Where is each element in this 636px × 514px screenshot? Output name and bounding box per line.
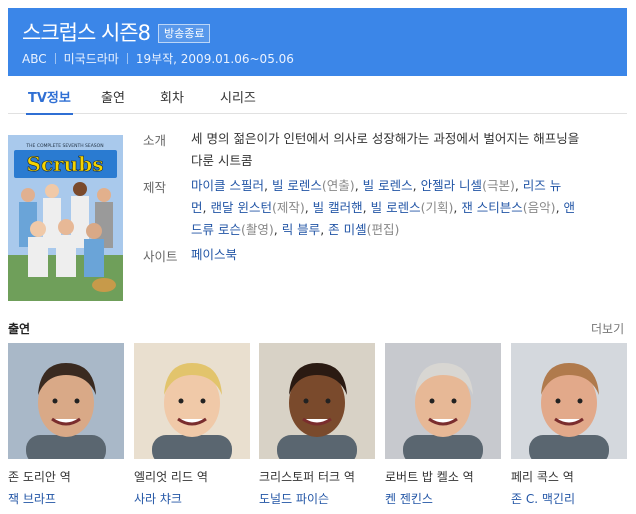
credit-person-link[interactable]: 안젤라 니셀 xyxy=(421,178,482,193)
meta-divider xyxy=(126,53,128,64)
credit-person-link[interactable]: 존 미셸 xyxy=(328,222,366,237)
credit-person-link[interactable]: 앤 xyxy=(564,200,576,215)
cast-photo[interactable] xyxy=(134,343,250,459)
credit-person-link[interactable]: 먼 xyxy=(191,200,203,215)
cast-role: 로버트 밥 켈소 역 xyxy=(385,470,474,484)
cast-heading: 출연 xyxy=(8,322,31,336)
credit-person-link[interactable]: 빌 로렌스 xyxy=(363,178,413,193)
credit-role: (편집) xyxy=(366,222,400,237)
cast-photo[interactable] xyxy=(511,343,627,459)
episodes-dates-text: 19부작, 2009.01.06~05.06 xyxy=(135,52,294,66)
credit-separator: , xyxy=(514,178,523,193)
cast-card[interactable]: 로버트 밥 켈소 역켄 젠킨스 xyxy=(385,343,501,507)
poster-tagline: THE COMPLETE SEVENTH SEASON xyxy=(25,143,103,149)
production-line: 마이클 스필러, 빌 로렌스(연출), 빌 로렌스, 안젤라 니셀(극본), 리… xyxy=(191,175,611,197)
production-label: 제작 xyxy=(143,180,167,195)
meta-divider xyxy=(54,53,56,64)
credit-person-link[interactable]: 빌 로렌스 xyxy=(272,178,322,193)
credit-separator: , xyxy=(263,178,272,193)
credit-separator: , xyxy=(273,222,282,237)
cast-photo[interactable] xyxy=(385,343,501,459)
credit-separator: , xyxy=(362,200,371,215)
credit-role: (제작) xyxy=(271,200,305,215)
tab-bar: TV정보 출연 회차 시리즈 xyxy=(8,76,627,115)
tab-tv-info[interactable]: TV정보 xyxy=(26,87,73,115)
cast-actor-link[interactable]: 사라 챠크 xyxy=(134,490,250,507)
credit-person-link[interactable]: 빌 로렌스 xyxy=(371,200,421,215)
cast-actor-link[interactable]: 잭 브라프 xyxy=(8,490,124,507)
cast-role: 페리 콕스 역 xyxy=(511,470,574,484)
title-row: 스크럽스 시즌8 방송종료 xyxy=(22,20,211,46)
program-poster[interactable]: THE COMPLETE SEVENTH SEASON Scrubs xyxy=(8,135,123,301)
cast-photo[interactable] xyxy=(8,343,124,459)
tab-episodes[interactable]: 회차 xyxy=(160,87,184,106)
credit-person-link[interactable]: 드류 로슨 xyxy=(191,222,241,237)
synopsis-label: 소개 xyxy=(143,133,167,148)
cast-card[interactable]: 엘리엇 리드 역사라 챠크 xyxy=(134,343,250,507)
poster-image: THE COMPLETE SEVENTH SEASON Scrubs xyxy=(8,135,123,301)
program-meta: ABC 미국드라마 19부작, 2009.01.06~05.06 xyxy=(22,50,294,67)
synopsis-line: 다룬 시트콤 xyxy=(191,153,253,168)
credit-separator: , xyxy=(412,178,421,193)
credit-person-link[interactable]: 빌 캘러핸 xyxy=(313,200,363,215)
credit-person-link[interactable]: 랜달 윈스턴 xyxy=(210,200,271,215)
cast-actor-link[interactable]: 도널드 파이슨 xyxy=(259,490,375,507)
program-title[interactable]: 스크럽스 시즌8 xyxy=(22,20,151,46)
synopsis-text: 세 명의 젊은이가 인턴에서 의사로 성장해가는 과정에서 벌어지는 해프닝을 … xyxy=(191,128,611,172)
poster-logo: Scrubs xyxy=(27,152,104,176)
credit-person-link[interactable]: 마이클 스필러 xyxy=(191,178,264,193)
credit-person-link[interactable]: 릭 블루 xyxy=(282,222,320,237)
cast-role: 엘리엇 리드 역 xyxy=(134,470,208,484)
credit-person-link[interactable]: 잰 스티븐스 xyxy=(461,200,522,215)
credit-role: (극본) xyxy=(482,178,515,193)
cast-role: 존 도리안 역 xyxy=(8,470,71,484)
site-label: 사이트 xyxy=(143,249,178,264)
cast-role: 크리스토퍼 터크 역 xyxy=(259,470,355,484)
production-line: 드류 로슨(촬영), 릭 블루, 존 미셸(편집) xyxy=(191,219,611,241)
tab-series[interactable]: 시리즈 xyxy=(220,87,256,106)
cast-card[interactable]: 페리 콕스 역존 C. 맥긴리 xyxy=(511,343,627,507)
cast-photo[interactable] xyxy=(259,343,375,459)
site-link[interactable]: 페이스북 xyxy=(191,244,611,266)
credit-role: (연출) xyxy=(321,178,355,193)
credit-role: (기획) xyxy=(420,200,454,215)
cast-actor-link[interactable]: 켄 젠킨스 xyxy=(385,490,501,507)
credit-separator: , xyxy=(304,200,313,215)
production-credits: 마이클 스필러, 빌 로렌스(연출), 빌 로렌스, 안젤라 니셀(극본), 리… xyxy=(191,175,611,241)
channel-text: ABC xyxy=(22,51,47,66)
credit-role: (촬영) xyxy=(240,222,274,237)
credit-role: (음악) xyxy=(522,200,556,215)
credit-separator: , xyxy=(555,200,564,215)
cast-card[interactable]: 존 도리안 역잭 브라프 xyxy=(8,343,124,507)
more-cast-link[interactable]: 더보기 xyxy=(591,320,624,337)
cast-actor-link[interactable]: 존 C. 맥긴리 xyxy=(511,490,627,507)
credit-separator: , xyxy=(354,178,363,193)
tab-cast[interactable]: 출연 xyxy=(101,87,125,106)
status-badge: 방송종료 xyxy=(157,23,211,43)
cast-card[interactable]: 크리스토퍼 터크 역도널드 파이슨 xyxy=(259,343,375,507)
program-header: 스크럽스 시즌8 방송종료 ABC 미국드라마 19부작, 2009.01.06… xyxy=(8,8,627,76)
credit-person-link[interactable]: 리즈 뉴 xyxy=(523,178,561,193)
production-line: 먼, 랜달 윈스턴(제작), 빌 캘러핸, 빌 로렌스(기획), 잰 스티븐스(… xyxy=(191,197,611,219)
synopsis-line: 세 명의 젊은이가 인턴에서 의사로 성장해가는 과정에서 벌어지는 해프닝을 xyxy=(191,131,580,146)
credit-separator: , xyxy=(320,222,329,237)
genre-text: 미국드라마 xyxy=(63,52,119,66)
